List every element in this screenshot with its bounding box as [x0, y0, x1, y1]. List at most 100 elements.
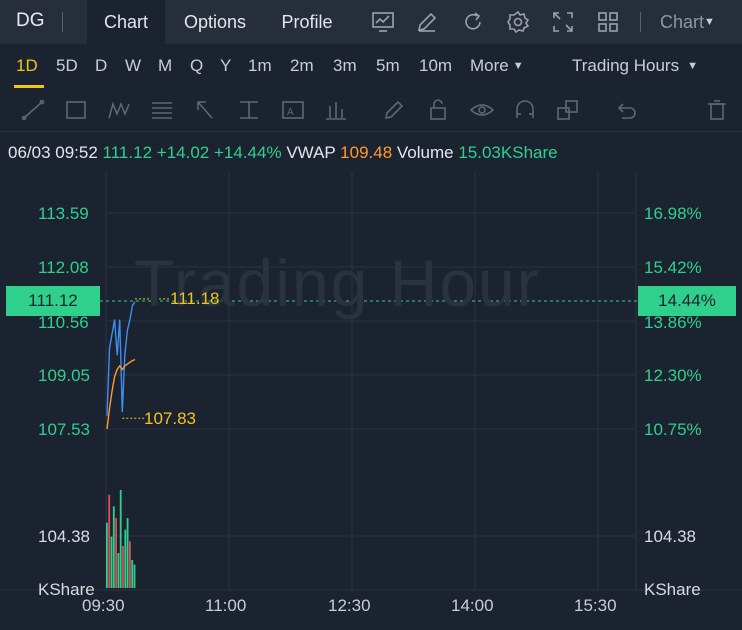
eye-icon[interactable] [469, 98, 495, 122]
quote-change-pct: +14.44% [213, 143, 282, 162]
divider [640, 12, 641, 32]
divider [62, 12, 63, 32]
chart-canvas [0, 172, 742, 591]
current-price-badge: 111.12 [6, 286, 100, 316]
fibonacci-tool-icon[interactable] [149, 98, 175, 122]
volume-axis-label: 104.38 [644, 527, 696, 546]
vwap-label: VWAP [286, 143, 336, 162]
line-tool-icon[interactable] [20, 98, 46, 122]
volume-axis-label: 104.38 [38, 527, 90, 546]
trading-hours-dropdown[interactable]: Trading Hours ▼ [572, 56, 698, 76]
brush-tool-icon[interactable] [381, 98, 407, 122]
settings-icon[interactable] [506, 10, 530, 34]
pencil-icon[interactable] [415, 10, 439, 34]
period-more-label: More [470, 56, 509, 75]
volume-bar [108, 494, 111, 588]
volume-bar [126, 518, 129, 588]
price-axis-label: 109.05 [38, 366, 90, 385]
bar-pattern-tool-icon[interactable] [323, 98, 349, 122]
price-axis-label: 112.08 [38, 258, 89, 277]
quote-price: 111.12 [102, 143, 153, 162]
price-axis-label: 110.56 [38, 313, 89, 332]
time-axis-label: 15:30 [574, 596, 617, 615]
drawing-toolbar: A [0, 88, 742, 132]
trash-icon[interactable] [704, 98, 730, 122]
pct-axis-label: 12.30% [644, 366, 702, 385]
divider [0, 131, 742, 132]
period-5m[interactable]: 5m [376, 56, 400, 76]
time-axis-label: 14:00 [451, 596, 494, 615]
magnet-icon[interactable] [512, 98, 538, 122]
time-axis-label: 11:00 [205, 596, 247, 615]
rectangle-tool-icon[interactable] [63, 98, 89, 122]
volume-bar [122, 546, 124, 588]
price-axis-label: 113.59 [38, 204, 89, 223]
quote-datetime: 06/03 09:52 [8, 143, 98, 162]
volume-label: Volume [396, 143, 454, 162]
pct-axis-label: 15.42% [644, 258, 702, 277]
period-q[interactable]: Q [190, 56, 203, 76]
pattern-tool-icon[interactable] [106, 98, 132, 122]
period-1d[interactable]: 1D [16, 56, 38, 76]
svg-text:A: A [287, 107, 294, 118]
trading-hours-label: Trading Hours [572, 56, 680, 75]
period-10m[interactable]: 10m [419, 56, 452, 76]
measure-tool-icon[interactable] [236, 98, 262, 122]
volume-bar [131, 560, 134, 588]
volume-bar [115, 518, 117, 588]
period-w[interactable]: W [125, 56, 141, 76]
caret-down-icon: ▼ [704, 16, 715, 28]
volume-bar [117, 553, 120, 588]
chart-menu-button[interactable]: Chart▼ [660, 12, 715, 33]
tab-chart[interactable]: Chart [87, 0, 165, 44]
pct-axis-label: 10.75% [644, 420, 702, 439]
period-2m[interactable]: 2m [290, 56, 314, 76]
text-tool-icon[interactable]: A [280, 98, 306, 122]
volume-value: 15.03KShare [458, 143, 558, 162]
volume-bar [106, 522, 108, 588]
caret-down-icon: ▼ [512, 60, 524, 72]
volume-bar [110, 536, 113, 588]
chart-menu-label: Chart [660, 12, 705, 32]
symbol-label: DG [16, 10, 45, 31]
expand-icon[interactable] [551, 10, 575, 34]
volume-bar [112, 506, 115, 588]
time-axis-label: 09:30 [82, 596, 125, 615]
quote-change: +14.02 [156, 143, 210, 162]
volume-bar [119, 490, 122, 588]
period-bar: 1D 5D D W M Q Y 1m 2m 3m 5m 10m More ▼ Tr… [0, 44, 742, 88]
quote-info-line: 06/03 09:52 111.12 +14.02 +14.44% VWAP 1… [8, 143, 558, 163]
intraday-chart[interactable] [0, 172, 742, 630]
chart-watermark: Trading Hour [134, 246, 541, 320]
vwap-value: 109.48 [340, 143, 393, 162]
low-callout: 107.83 [144, 409, 196, 428]
tab-options[interactable]: Options [170, 0, 260, 44]
top-bar: DG Chart Options Profile Chart▼ [0, 0, 742, 44]
volume-bar [133, 564, 136, 588]
caret-down-icon: ▼ [687, 60, 698, 72]
volume-bar [129, 541, 131, 588]
undo-icon[interactable] [613, 98, 639, 122]
tab-profile[interactable]: Profile [268, 0, 346, 44]
price-axis-label: 107.53 [38, 420, 90, 439]
period-y[interactable]: Y [220, 56, 231, 76]
period-d[interactable]: D [95, 56, 107, 76]
volume-unit-label: KShare [644, 580, 701, 599]
period-3m[interactable]: 3m [333, 56, 357, 76]
period-1m[interactable]: 1m [248, 56, 272, 76]
layers-icon[interactable] [555, 98, 581, 122]
chart-board-icon[interactable] [371, 10, 395, 34]
period-5d[interactable]: 5D [56, 56, 78, 76]
refresh-icon[interactable] [461, 10, 485, 34]
pct-axis-label: 13.86% [644, 313, 702, 332]
volume-bar [124, 529, 127, 588]
period-m[interactable]: M [158, 56, 172, 76]
period-more-button[interactable]: More ▼ [470, 56, 524, 76]
arrow-tool-icon[interactable] [192, 98, 218, 122]
current-pct-badge: 14.44% [638, 286, 736, 316]
high-callout: 111.18 [170, 289, 220, 308]
grid-layout-icon[interactable] [596, 10, 620, 34]
pct-axis-label: 16.98% [644, 204, 702, 223]
time-axis-label: 12:30 [328, 596, 371, 615]
lock-icon[interactable] [425, 98, 451, 122]
